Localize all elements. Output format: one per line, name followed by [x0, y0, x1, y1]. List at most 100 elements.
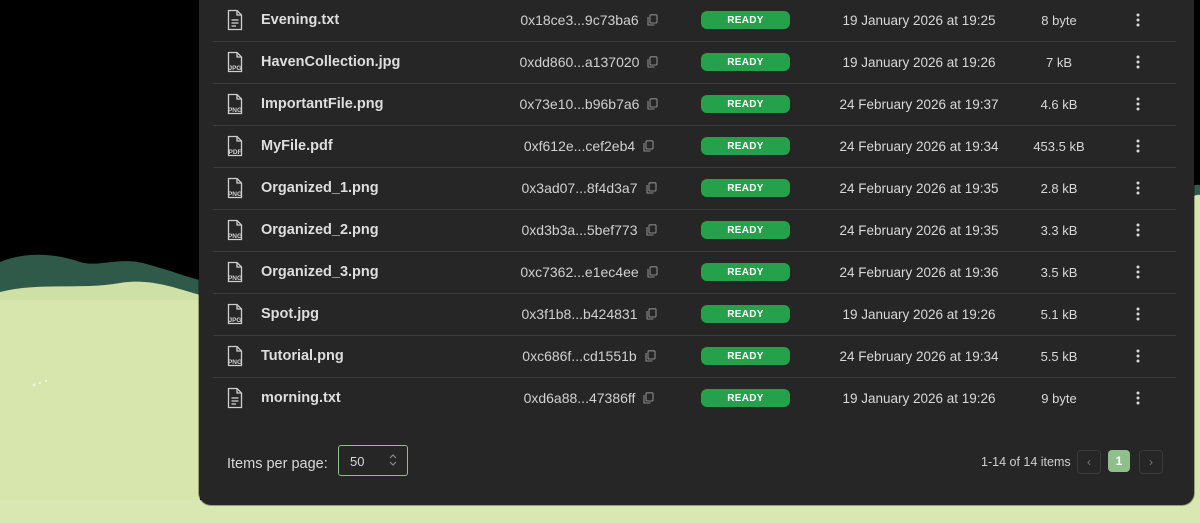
file-hash: 0xd6a88...47386ff	[523, 390, 636, 406]
svg-text:PNG: PNG	[228, 191, 242, 198]
file-row[interactable]: PNG ImportantFile.png 0x73e10...b96b7a6 …	[213, 84, 1176, 126]
file-row[interactable]: morning.txt 0xd6a88...47386ff READY 19 J…	[213, 378, 1176, 419]
copy-icon[interactable]	[645, 224, 657, 236]
items-per-page-label: Items per page:	[227, 456, 328, 472]
file-row[interactable]: PNG Tutorial.png 0xc686f...cd1551b READY…	[213, 336, 1176, 378]
copy-icon[interactable]	[647, 266, 658, 278]
txt-file-icon	[227, 9, 243, 31]
file-list-panel: Evening.txt 0x18ce3...9c73ba6 READY 19 J…	[199, 0, 1194, 505]
png-file-icon: PNG	[227, 345, 243, 367]
file-date: 19 January 2026 at 19:26	[842, 306, 996, 322]
previous-page-button[interactable]: ‹	[1077, 450, 1101, 474]
more-options-icon[interactable]	[1128, 210, 1148, 250]
more-options-icon[interactable]	[1128, 378, 1148, 418]
file-date: 24 February 2026 at 19:36	[839, 264, 999, 280]
select-arrows-icon	[389, 454, 397, 469]
file-hash: 0xc7362...e1ec4ee	[520, 264, 639, 280]
file-size: 5.1 kB	[1040, 306, 1078, 322]
status-badge: READY	[701, 95, 790, 113]
file-hash: 0xc686f...cd1551b	[522, 348, 637, 364]
copy-icon[interactable]	[643, 140, 654, 152]
copy-icon[interactable]	[647, 98, 658, 110]
file-table: Evening.txt 0x18ce3...9c73ba6 READY 19 J…	[213, 0, 1176, 419]
copy-icon[interactable]	[647, 14, 658, 26]
status-badge: READY	[701, 53, 790, 71]
svg-text:PNG: PNG	[228, 233, 242, 240]
more-options-icon[interactable]	[1128, 126, 1148, 166]
file-name[interactable]: Organized_2.png	[261, 210, 379, 250]
file-name[interactable]: Organized_1.png	[261, 168, 379, 208]
svg-text:PDF: PDF	[229, 149, 242, 156]
file-size: 7 kB	[1045, 54, 1072, 70]
file-date: 19 January 2026 at 19:26	[842, 54, 996, 70]
more-options-icon[interactable]	[1128, 84, 1148, 124]
file-row[interactable]: PNG Organized_2.png 0xd3b3a...5bef773 RE…	[213, 210, 1176, 252]
png-file-icon: PNG	[227, 219, 243, 241]
status-badge: READY	[701, 11, 790, 29]
next-page-button[interactable]: ›	[1139, 450, 1163, 474]
file-size: 3.5 kB	[1040, 264, 1078, 280]
more-options-icon[interactable]	[1128, 42, 1148, 82]
file-hash: 0xdd860...a137020	[519, 54, 640, 70]
status-badge: READY	[701, 137, 790, 155]
jpg-file-icon: JPG	[227, 303, 243, 325]
copy-icon[interactable]	[645, 350, 656, 362]
page-button-current[interactable]: 1	[1108, 450, 1130, 472]
file-name[interactable]: HavenCollection.jpg	[261, 42, 400, 82]
file-row[interactable]: Evening.txt 0x18ce3...9c73ba6 READY 19 J…	[213, 0, 1176, 42]
file-hash: 0x73e10...b96b7a6	[519, 96, 640, 112]
file-row[interactable]: JPG HavenCollection.jpg 0xdd860...a13702…	[213, 42, 1176, 84]
pdf-file-icon: PDF	[227, 135, 243, 157]
file-row[interactable]: PDF MyFile.pdf 0xf612e...cef2eb4 READY 2…	[213, 126, 1176, 168]
file-date: 24 February 2026 at 19:37	[839, 96, 999, 112]
file-size: 453.5 kB	[1033, 138, 1085, 154]
file-date: 19 January 2026 at 19:25	[842, 12, 996, 28]
more-options-icon[interactable]	[1128, 168, 1148, 208]
file-row[interactable]: PNG Organized_3.png 0xc7362...e1ec4ee RE…	[213, 252, 1176, 294]
file-date: 24 February 2026 at 19:34	[839, 348, 999, 364]
copy-icon[interactable]	[643, 392, 654, 404]
file-row[interactable]: JPG Spot.jpg 0x3f1b8...b424831 READY 19 …	[213, 294, 1176, 336]
items-per-page-value: 50	[350, 454, 365, 469]
png-file-icon: PNG	[227, 93, 243, 115]
pagination-range: 1-14 of 14 items	[981, 455, 1071, 469]
file-hash: 0xf612e...cef2eb4	[523, 138, 636, 154]
status-badge: READY	[701, 347, 790, 365]
items-per-page-select[interactable]: 50	[338, 445, 408, 476]
file-name[interactable]: Organized_3.png	[261, 252, 379, 292]
file-date: 24 February 2026 at 19:35	[839, 180, 999, 196]
copy-icon[interactable]	[645, 308, 657, 320]
file-date: 19 January 2026 at 19:26	[842, 390, 996, 406]
file-date: 24 February 2026 at 19:34	[839, 138, 999, 154]
more-options-icon[interactable]	[1128, 252, 1148, 292]
file-name[interactable]: Evening.txt	[261, 0, 339, 40]
file-hash: 0x3ad07...8f4d3a7	[521, 180, 638, 196]
svg-text:JPG: JPG	[228, 317, 241, 324]
status-badge: READY	[701, 263, 790, 281]
file-name[interactable]: Spot.jpg	[261, 294, 319, 334]
file-name[interactable]: ImportantFile.png	[261, 84, 383, 124]
file-hash: 0xd3b3a...5bef773	[521, 222, 638, 238]
file-name[interactable]: Tutorial.png	[261, 336, 344, 376]
file-size: 2.8 kB	[1040, 180, 1078, 196]
more-options-icon[interactable]	[1128, 0, 1148, 40]
chevron-left-icon: ‹	[1087, 455, 1091, 469]
status-badge: READY	[701, 221, 790, 239]
file-row[interactable]: PNG Organized_1.png 0x3ad07...8f4d3a7 RE…	[213, 168, 1176, 210]
png-file-icon: PNG	[227, 177, 243, 199]
more-options-icon[interactable]	[1128, 294, 1148, 334]
more-options-icon[interactable]	[1128, 336, 1148, 376]
status-badge: READY	[701, 179, 790, 197]
file-date: 24 February 2026 at 19:35	[839, 222, 999, 238]
file-name[interactable]: MyFile.pdf	[261, 126, 333, 166]
svg-text:JPG: JPG	[228, 65, 241, 72]
file-size: 8 byte	[1041, 12, 1077, 28]
svg-text:PNG: PNG	[228, 107, 242, 114]
status-badge: READY	[701, 305, 790, 323]
copy-icon[interactable]	[645, 182, 657, 194]
file-hash: 0x18ce3...9c73ba6	[520, 12, 639, 28]
file-size: 9 byte	[1041, 390, 1077, 406]
copy-icon[interactable]	[647, 56, 658, 68]
file-size: 4.6 kB	[1040, 96, 1078, 112]
file-name[interactable]: morning.txt	[261, 378, 341, 418]
